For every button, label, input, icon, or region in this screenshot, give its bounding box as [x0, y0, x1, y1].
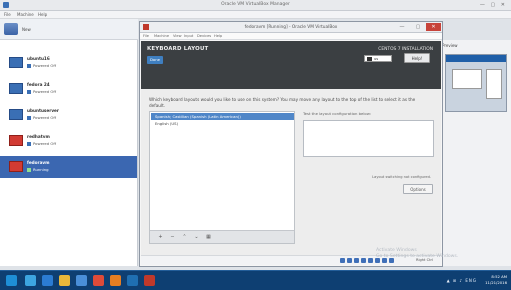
page-title: KEYBOARD LAYOUT — [147, 46, 209, 52]
vm-name: redhatvm — [27, 134, 50, 139]
installation-title: CENTOS 7 INSTALLATION — [378, 47, 433, 52]
minimize-button[interactable]: — — [396, 23, 408, 31]
keyboard-icon — [367, 57, 372, 61]
clock[interactable]: 8:52 AM 11/21/2016 — [481, 274, 507, 286]
firefox-icon[interactable] — [110, 275, 121, 286]
vm-os-icon — [9, 57, 23, 68]
new-vm-icon[interactable] — [4, 23, 18, 35]
vm-name: fedora 24 — [27, 82, 50, 87]
menu-help[interactable]: Help — [38, 12, 47, 17]
manager-title: Oracle VM VirtualBox Manager — [221, 2, 290, 7]
powered-off-icon — [27, 90, 31, 94]
activation-watermark: Activate Windows Go to Settings to activ… — [376, 248, 458, 260]
file-explorer-icon[interactable] — [59, 275, 70, 286]
move-up-button[interactable]: ⌃ — [180, 234, 189, 241]
layout-row[interactable]: English (US) — [151, 120, 294, 127]
vm-os-icon — [9, 109, 23, 120]
running-icon — [27, 168, 31, 172]
task-view-icon[interactable] — [25, 275, 36, 286]
manager-titlebar: Oracle VM VirtualBox Manager — ▢ ✕ — [0, 0, 511, 11]
test-layout-input[interactable] — [303, 120, 434, 157]
move-down-button[interactable]: ⌄ — [192, 234, 201, 241]
menu-machine[interactable]: Machine — [17, 12, 34, 17]
system-tray[interactable]: ▲ ⊞ ♪ ENG — [447, 278, 477, 283]
layout-question: Which keyboard layouts would you like to… — [149, 97, 416, 108]
preview-side — [486, 69, 502, 99]
optical-drive-icon[interactable] — [347, 258, 352, 263]
vm-os-icon — [9, 135, 23, 146]
clock-date: 11/21/2016 — [485, 280, 507, 285]
done-button[interactable]: Done — [147, 56, 163, 64]
layout-preview-button[interactable]: ▦ — [204, 234, 213, 241]
vm-window: fedoravm [Running] - Oracle VM VirtualBo… — [139, 21, 443, 267]
vm-preview-thumbnail — [445, 54, 507, 112]
vm-titlebar: fedoravm [Running] - Oracle VM VirtualBo… — [140, 22, 442, 33]
vm-menu-devices[interactable]: Devices — [197, 34, 211, 38]
help-button[interactable]: Help! — [404, 53, 430, 63]
watermark-line: Go to Settings to activate Windows. — [376, 254, 459, 259]
installer-header: KEYBOARD LAYOUT Done CENTOS 7 INSTALLATI… — [141, 41, 441, 89]
vm-menu-input[interactable]: Input — [184, 34, 193, 38]
add-layout-button[interactable]: + — [156, 234, 165, 241]
edge-icon[interactable] — [42, 275, 53, 286]
vm-list: ubuntu16 Powered Off fedora 24 Powered O… — [0, 40, 138, 266]
new-vm-label[interactable]: New — [22, 27, 31, 32]
vm-os-icon — [9, 83, 23, 94]
preview-header — [446, 55, 506, 62]
options-button[interactable]: Options — [403, 184, 433, 194]
vm-name: fedoravm — [27, 160, 50, 165]
chrome-icon[interactable] — [93, 275, 104, 286]
vm-taskbar-icon[interactable] — [144, 275, 155, 286]
vm-state: Powered Off — [27, 141, 56, 146]
store-icon[interactable] — [76, 275, 87, 286]
powered-off-icon — [27, 64, 31, 68]
keyboard-indicator[interactable]: us — [364, 55, 392, 62]
vm-os-icon — [9, 161, 23, 172]
vm-name: ubuntuserver — [27, 108, 59, 113]
preview-title: Preview — [442, 43, 458, 48]
vm-menubar: File Machine View Input Devices Help — [140, 33, 442, 40]
vm-menu-machine[interactable]: Machine — [154, 34, 169, 38]
close-button[interactable]: ✕ — [426, 23, 441, 31]
virtualbox-taskbar-icon[interactable] — [127, 275, 138, 286]
test-layout-label: Test the layout configuration below: — [303, 111, 371, 116]
powered-off-icon — [27, 142, 31, 146]
manager-toolbar: New — [0, 19, 138, 40]
vm-item-fedoravm[interactable]: fedoravm Running — [0, 156, 137, 178]
usb-icon[interactable] — [368, 258, 373, 263]
vm-state: Powered Off — [27, 115, 56, 120]
vm-item-ubuntu16[interactable]: ubuntu16 Powered Off — [0, 52, 137, 74]
menu-file[interactable]: File — [4, 12, 11, 17]
details-panel: Preview — [438, 40, 511, 266]
preview-list — [452, 69, 482, 89]
layout-switching-note: Layout switching not configured. — [372, 175, 431, 179]
keyboard-layout-list[interactable]: Spanish; Castilian (Spanish (Latin Ameri… — [149, 111, 295, 244]
hard-disk-icon[interactable] — [340, 258, 345, 263]
vm-menu-help[interactable]: Help — [214, 34, 222, 38]
vm-state: Running — [27, 167, 49, 172]
maximize-button[interactable]: ▢ — [412, 23, 424, 31]
window-controls[interactable]: — ▢ ✕ — [480, 2, 507, 8]
vm-state: Powered Off — [27, 89, 56, 94]
installer-body: Which keyboard layouts would you like to… — [141, 89, 441, 257]
vm-item-ubuntuserver[interactable]: ubuntuserver Powered Off — [0, 104, 137, 126]
vm-state: Powered Off — [27, 63, 56, 68]
remove-layout-button[interactable]: − — [168, 234, 177, 241]
powered-off-icon — [27, 116, 31, 120]
vm-menu-view[interactable]: View — [173, 34, 182, 38]
list-toolbar: + − ⌃ ⌄ ▦ — [150, 230, 294, 243]
taskbar: ▲ ⊞ ♪ ENG 8:52 AM 11/21/2016 — [0, 270, 511, 290]
layout-row[interactable]: Spanish; Castilian (Spanish (Latin Ameri… — [151, 113, 294, 120]
vm-item-fedora24[interactable]: fedora 24 Powered Off — [0, 78, 137, 100]
vm-item-redhatvm[interactable]: redhatvm Powered Off — [0, 130, 137, 152]
network-icon[interactable] — [361, 258, 366, 263]
manager-menubar: File Machine Help — [0, 11, 511, 19]
vm-name: ubuntu16 — [27, 56, 50, 61]
vm-menu-file[interactable]: File — [143, 34, 149, 38]
start-button[interactable] — [6, 275, 17, 286]
audio-icon[interactable] — [354, 258, 359, 263]
